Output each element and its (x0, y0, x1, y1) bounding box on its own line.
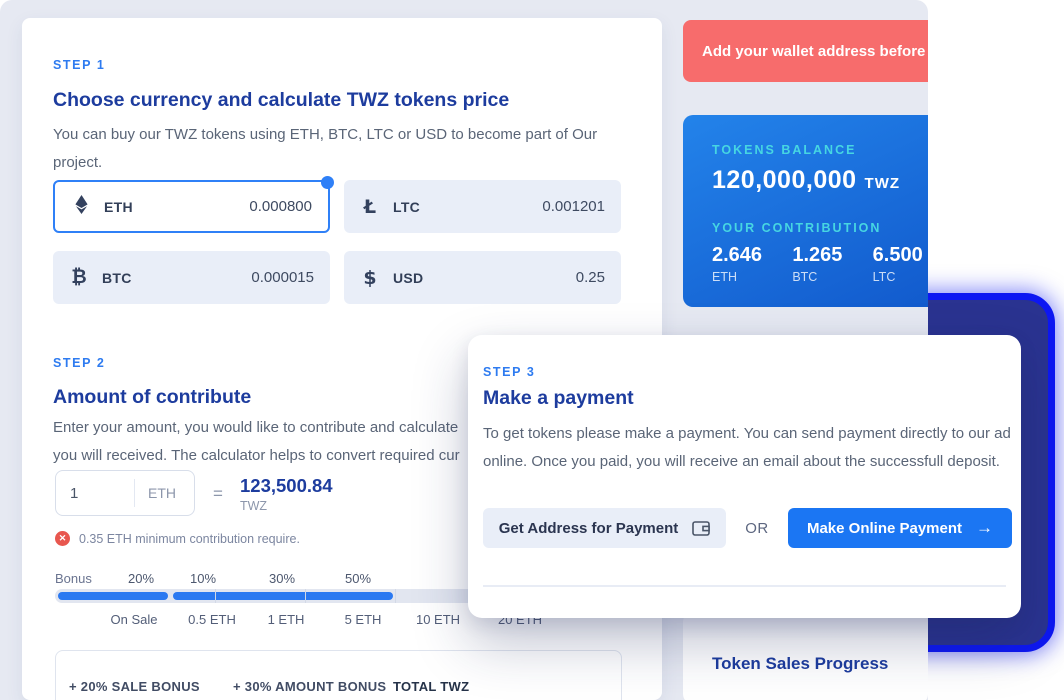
litecoin-icon: Ł (360, 196, 380, 218)
currency-option-usd[interactable]: $ USD 0.25 (344, 251, 621, 304)
payment-buttons-row: Get Address for Payment OR Make Online P… (483, 508, 1012, 548)
make-online-payment-label: Make Online Payment (807, 520, 962, 537)
contribution-value: 1.265 (792, 244, 872, 267)
bonus-tick: 5 ETH (345, 612, 382, 627)
currency-option-btc[interactable]: ₿ BTC 0.000015 (53, 251, 330, 304)
bonus-tick-divider (215, 589, 216, 603)
bonus-tick: 10 ETH (416, 612, 460, 627)
ethereum-icon (71, 195, 91, 219)
equals-sign: = (213, 484, 223, 504)
screenshot-stage: STEP 1 Choose currency and calculate TWZ… (0, 0, 1064, 700)
tokens-balance-label: TOKENS BALANCE (712, 143, 928, 157)
make-online-payment-button[interactable]: Make Online Payment → (788, 508, 1012, 548)
get-address-button[interactable]: Get Address for Payment (483, 508, 726, 548)
contribution-unit: LTC (873, 270, 928, 284)
step2-label: STEP 2 (53, 356, 105, 370)
sale-bonus-label: + 20% SALE BONUS (69, 679, 200, 694)
step3-description-line1: To get tokens please make a payment. You… (483, 420, 1013, 448)
contribution-btc: 1.265 BTC (792, 244, 872, 284)
selected-dot-icon (321, 176, 334, 189)
get-address-button-label: Get Address for Payment (499, 520, 679, 537)
step1-label: STEP 1 (53, 58, 105, 72)
bonus-tick: 0.5 ETH (188, 612, 236, 627)
token-sales-progress-title: Token Sales Progress (712, 654, 888, 674)
error-icon: ✕ (55, 531, 70, 546)
currency-code: BTC (102, 270, 132, 286)
currency-rate: 0.25 (576, 269, 605, 286)
alert-text: Add your wallet address before bu (702, 43, 928, 60)
total-twz-label: TOTAL TWZ (393, 679, 469, 694)
currency-rate: 0.001201 (542, 198, 605, 215)
currency-rate: 0.000800 (249, 198, 312, 215)
currency-option-eth[interactable]: ETH 0.000800 (53, 180, 330, 233)
token-sales-progress-card: Token Sales Progress (683, 612, 928, 700)
tokens-balance-unit: TWZ (865, 175, 900, 192)
contribution-unit: BTC (792, 270, 872, 284)
or-separator: OR (726, 520, 788, 537)
bonus-tick-divider (305, 589, 306, 603)
amount-input-group: ETH (55, 470, 195, 516)
totals-summary-box: + 20% SALE BONUS + 30% AMOUNT BONUS TOTA… (55, 650, 622, 700)
bonus-progress-fill-segment (58, 592, 168, 600)
bonus-percent: 10% (190, 571, 216, 586)
step3-title: Make a payment (483, 387, 634, 410)
amount-bonus-label: + 30% AMOUNT BONUS (233, 679, 386, 694)
contribution-value: 2.646 (712, 244, 792, 267)
currency-code: LTC (393, 199, 420, 215)
bonus-percent: 30% (269, 571, 295, 586)
step3-label: STEP 3 (483, 365, 535, 379)
wallet-icon (692, 521, 710, 536)
result-value: 123,500.84 (240, 475, 333, 497)
bitcoin-icon: ₿ (69, 266, 89, 289)
contribution-eth: 2.646 ETH (712, 244, 792, 284)
step1-title: Choose currency and calculate TWZ tokens… (53, 89, 509, 112)
step3-divider (483, 585, 1006, 587)
bonus-tick-divider (395, 589, 396, 603)
minimum-contribution-error: ✕ 0.35 ETH minimum contribution require. (55, 531, 300, 546)
bonus-percent: 50% (345, 571, 371, 586)
tokens-balance-value: 120,000,000 (712, 166, 857, 195)
your-contribution-label: YOUR CONTRIBUTION (712, 221, 928, 235)
amount-input[interactable] (56, 485, 134, 502)
tokens-balance-card: TOKENS BALANCE 120,000,000 TWZ YOUR CONT… (683, 115, 928, 307)
error-text: 0.35 ETH minimum contribution require. (79, 532, 300, 546)
step2-title: Amount of contribute (53, 386, 251, 409)
currency-option-ltc[interactable]: Ł LTC 0.001201 (344, 180, 621, 233)
arrow-right-icon: → (976, 518, 993, 538)
step3-description-line2: online. Once you paid, you will receive … (483, 448, 1013, 476)
currency-rate: 0.000015 (251, 269, 314, 286)
result-unit: TWZ (240, 499, 267, 513)
contribution-ltc: 6.500 LTC (873, 244, 928, 284)
bonus-progress-fill-segment (173, 592, 393, 600)
contribution-value: 6.500 (873, 244, 928, 267)
wallet-address-alert[interactable]: Add your wallet address before bu (683, 20, 928, 82)
bonus-label: Bonus (55, 571, 92, 586)
step1-description-line1: You can buy our TWZ tokens using ETH, BT… (53, 121, 631, 149)
make-payment-card: STEP 3 Make a payment To get tokens plea… (468, 335, 1021, 618)
currency-code: USD (393, 270, 423, 286)
bonus-tick: 1 ETH (268, 612, 305, 627)
step1-description-line2: project. (53, 149, 631, 177)
bonus-percent: 20% (128, 571, 154, 586)
dollar-icon: $ (360, 267, 380, 289)
amount-unit-label: ETH (134, 479, 176, 507)
bonus-tick: On Sale (111, 612, 158, 627)
currency-code: ETH (104, 199, 133, 215)
contribution-unit: ETH (712, 270, 792, 284)
